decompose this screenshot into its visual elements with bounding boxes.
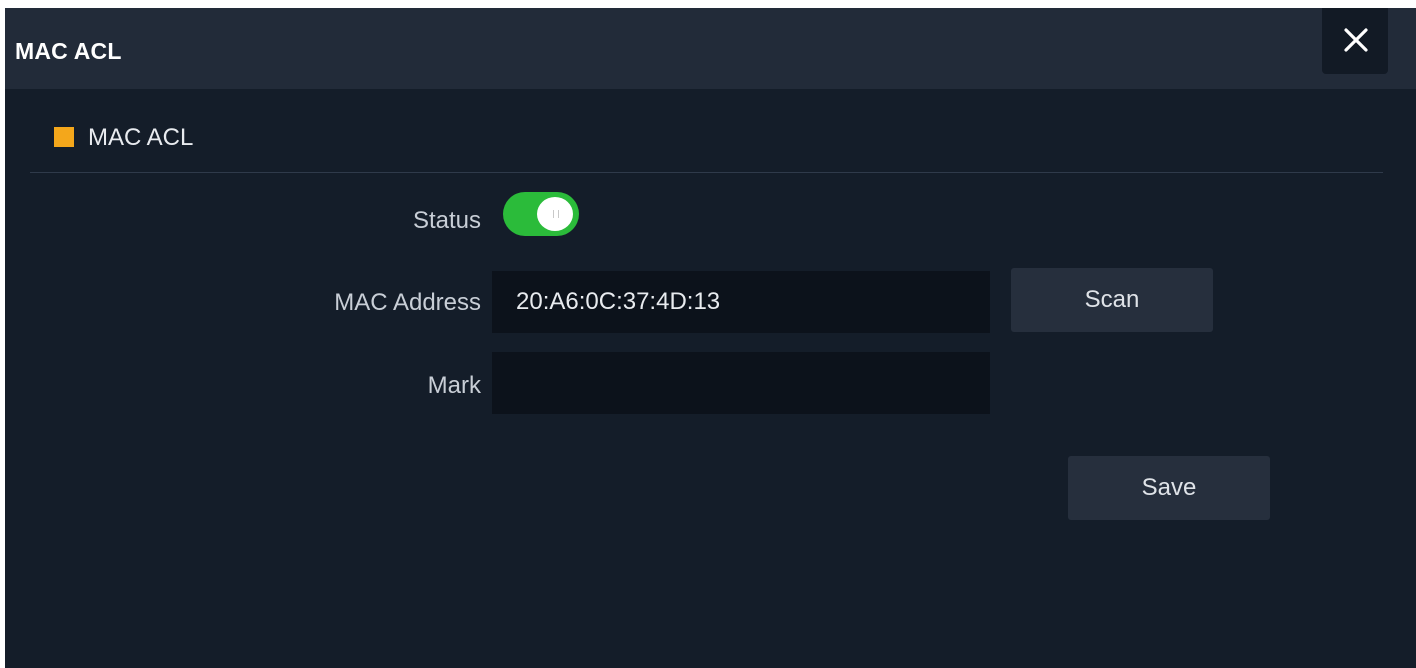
mark-input[interactable]: [492, 352, 990, 414]
mark-label: Mark: [427, 372, 481, 399]
mac-acl-dialog: MAC ACL MAC ACL Status MAC Address Scan …: [5, 8, 1416, 668]
mac-address-input[interactable]: [492, 271, 990, 333]
close-button[interactable]: [1322, 8, 1388, 74]
mac-address-label: MAC Address: [334, 289, 481, 316]
scan-button[interactable]: Scan: [1011, 268, 1213, 332]
toggle-knob: [537, 197, 573, 231]
dialog-title: MAC ACL: [15, 38, 122, 64]
section-marker-icon: [54, 127, 74, 147]
section-title: MAC ACL: [88, 124, 194, 151]
status-label: Status: [412, 207, 481, 234]
status-toggle[interactable]: [503, 192, 579, 236]
save-button[interactable]: Save: [1068, 456, 1270, 520]
section-divider: [30, 172, 1383, 173]
close-icon: [1344, 28, 1368, 52]
dialog-titlebar: MAC ACL: [5, 8, 1416, 89]
